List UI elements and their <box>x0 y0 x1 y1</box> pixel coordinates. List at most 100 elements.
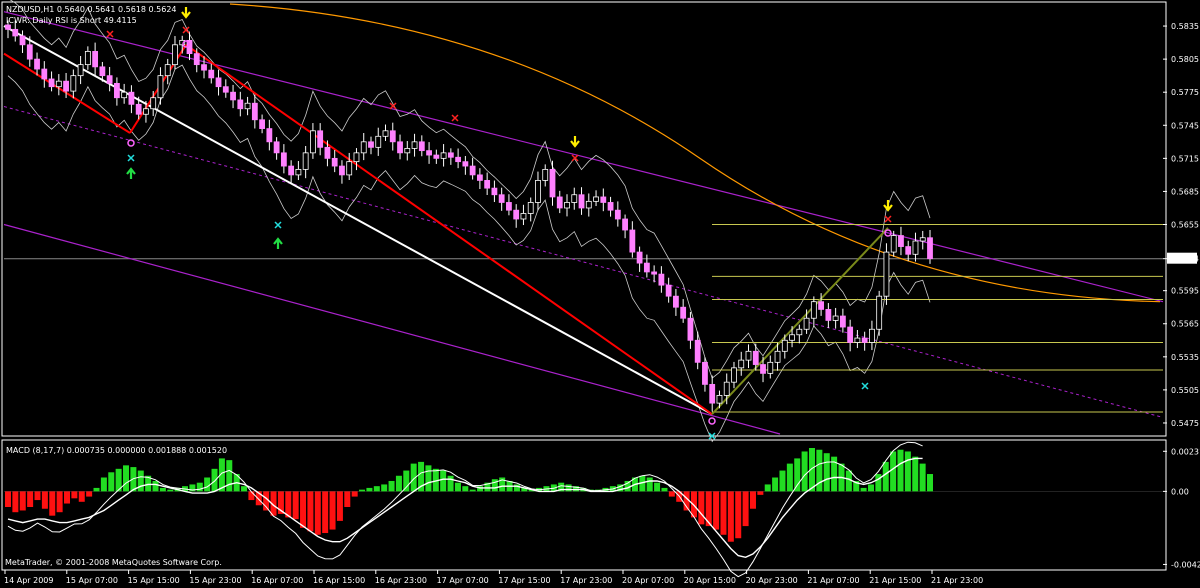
candle-bull <box>796 328 803 336</box>
candle-bear <box>368 141 374 148</box>
candle-bear <box>513 209 520 220</box>
macd-bar-positive <box>816 449 823 492</box>
candle-bull <box>360 141 367 154</box>
macd-bar-positive <box>137 470 144 492</box>
candle-bull <box>440 152 447 159</box>
macd-tick-label: -0.00421 <box>1171 560 1200 569</box>
candle-bear <box>556 196 563 209</box>
candle-bull <box>346 161 353 176</box>
candle-bear <box>687 317 694 341</box>
candle-bear <box>614 209 621 220</box>
candle-bear <box>752 350 759 365</box>
macd-bar-positive <box>867 484 874 492</box>
macd-bar-negative <box>34 491 41 501</box>
macd-bar-negative <box>735 491 742 539</box>
candle-bear <box>680 306 687 319</box>
macd-bar-negative <box>336 491 343 521</box>
macd-bar-positive <box>661 487 668 492</box>
macd-bar-positive <box>204 477 211 492</box>
time-tick-label: 15 Apr 23:00 <box>189 576 241 585</box>
time-tick-label: 17 Apr 07:00 <box>437 576 489 585</box>
time-tick-label: 15 Apr 15:00 <box>128 576 180 585</box>
candle-bear <box>651 271 658 275</box>
candle-bear <box>273 141 280 154</box>
candle-bear <box>636 251 643 264</box>
candle-bull <box>172 44 178 66</box>
candle-bull <box>912 240 919 255</box>
candle-bull <box>70 75 77 92</box>
candle-bear <box>12 28 19 37</box>
macd-bar-positive <box>513 484 520 492</box>
time-tick-label: 20 Apr 15:00 <box>684 576 736 585</box>
candle-bull <box>593 196 599 202</box>
macd-bar-positive <box>565 484 572 492</box>
candle-bear <box>222 86 229 93</box>
macd-bar-negative <box>27 491 34 507</box>
candle-bear <box>208 69 215 79</box>
macd-bar-positive <box>654 482 661 492</box>
candle-bear <box>847 326 854 343</box>
macd-bar-positive <box>366 487 373 492</box>
macd-bar-positive <box>395 475 402 492</box>
macd-bar-negative <box>351 491 358 497</box>
candle-bull <box>585 200 592 209</box>
macd-bar-positive <box>403 470 410 492</box>
candle-bear <box>898 235 904 247</box>
macd-bar-positive <box>890 451 897 492</box>
candle-bear <box>694 339 701 363</box>
candle-bull <box>803 317 810 330</box>
rsi-header: ICWR: Daily RSI is Short 49.4115 <box>6 16 137 25</box>
macd-bar-negative <box>307 491 314 532</box>
candle-bear <box>135 103 142 115</box>
candle-bull <box>244 102 251 110</box>
candle-bear <box>426 150 432 156</box>
candle-bear <box>484 180 491 189</box>
price-tick-label: 0.5595 <box>1171 287 1199 296</box>
candle-bear <box>19 35 26 46</box>
candle-bear <box>462 161 469 167</box>
candle-bear <box>447 152 454 158</box>
macd-bar-positive <box>108 472 115 492</box>
candle-bear <box>549 168 556 198</box>
macd-bar-negative <box>56 491 63 513</box>
macd-bar-positive <box>801 451 808 492</box>
macd-bar-negative <box>749 491 756 509</box>
time-tick-label: 16 Apr 07:00 <box>251 576 303 585</box>
candle-bear <box>702 361 708 385</box>
macd-bar-positive <box>425 465 432 492</box>
macd-bar-positive <box>226 460 233 492</box>
time-tick-label: 16 Apr 15:00 <box>313 576 365 585</box>
candle-bear <box>643 262 650 273</box>
candle-bear <box>201 64 207 71</box>
candle-bear <box>905 246 912 255</box>
candle-bull <box>810 301 817 319</box>
candle-bull <box>310 130 316 154</box>
time-tick-label: 17 Apr 15:00 <box>498 576 550 585</box>
macd-bar-negative <box>300 491 307 528</box>
candle-bear <box>317 130 324 148</box>
macd-bar-positive <box>152 480 159 492</box>
candle-bull <box>571 194 578 203</box>
trading-chart[interactable]: 0.5835 0.5805 0.5775 0.5745 0.5715 0.5685 0.56… <box>0 0 1200 588</box>
candle-bull <box>527 202 534 214</box>
macd-bar-positive <box>388 480 395 492</box>
macd-bar-negative <box>668 491 675 497</box>
macd-bar-negative <box>86 491 93 497</box>
macd-bar-positive <box>882 461 889 492</box>
macd-bar-negative <box>698 491 705 525</box>
macd-bar-positive <box>875 474 882 492</box>
candle-bear <box>469 165 476 176</box>
candle-bear <box>63 80 69 92</box>
candle-bear <box>578 194 585 209</box>
candle-bear <box>193 53 200 66</box>
price-tick-label: 0.5685 <box>1171 187 1199 196</box>
candle-bear <box>92 51 99 68</box>
candle-bear <box>266 128 273 143</box>
candle-bull <box>774 350 781 363</box>
candle-bear <box>106 75 113 84</box>
macd-bar-positive <box>904 451 911 492</box>
candle-bull <box>382 130 389 137</box>
candle-bear <box>331 157 338 167</box>
price-tick-label: 0.5624 <box>1171 255 1199 264</box>
price-tick-label: 0.5475 <box>1171 419 1199 428</box>
